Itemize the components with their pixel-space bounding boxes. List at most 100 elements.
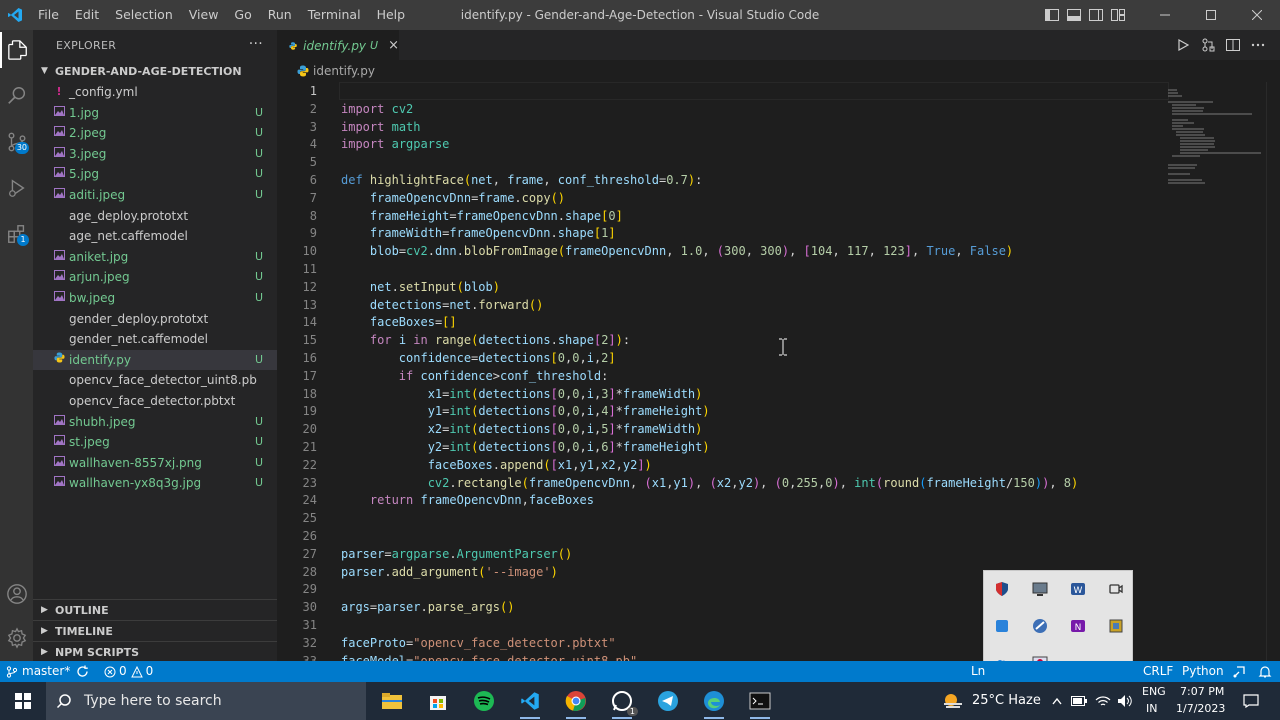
menu-selection[interactable]: Selection xyxy=(107,0,181,30)
sync-icon[interactable] xyxy=(76,661,89,682)
file-item[interactable]: gender_net.caffemodel xyxy=(33,329,277,350)
code-line[interactable]: 22 faceBoxes.append([x1,y1,x2,y2]) xyxy=(277,456,1157,474)
code-line[interactable]: 2 import cv2 xyxy=(277,100,1157,118)
run-debug-icon[interactable] xyxy=(0,170,33,206)
cursor-position[interactable]: Ln xyxy=(971,661,985,682)
browser-app-icon[interactable] xyxy=(1030,616,1050,636)
toggle-primary-sidebar-icon[interactable] xyxy=(1042,0,1062,30)
file-item[interactable]: ! _config.yml xyxy=(33,82,277,103)
toggle-secondary-sidebar-icon[interactable] xyxy=(1086,0,1106,30)
close-window-icon[interactable] xyxy=(1234,0,1280,30)
editor-scrollbar[interactable] xyxy=(1266,82,1280,661)
live-share-icon[interactable] xyxy=(1232,661,1246,682)
input-language[interactable]: ENG xyxy=(1142,685,1166,698)
menu-file[interactable]: File xyxy=(30,0,67,30)
code-line[interactable]: 26 xyxy=(277,527,1157,545)
tab-identify-py[interactable]: identify.py U × xyxy=(277,30,399,60)
menu-view[interactable]: View xyxy=(181,0,227,30)
chrome-icon[interactable] xyxy=(554,682,598,720)
customize-layout-icon[interactable] xyxy=(1108,0,1128,30)
file-item[interactable]: wallhaven-8557xj.png U xyxy=(33,453,277,474)
show-hidden-icons-chevron-icon[interactable] xyxy=(1046,682,1068,720)
taskbar-search-box[interactable]: Type here to search xyxy=(46,682,366,720)
code-line[interactable]: 5 xyxy=(277,153,1157,171)
code-line[interactable]: 20 x2=int(detections[0,0,i,5]*frameWidth… xyxy=(277,420,1157,438)
language-mode[interactable]: Python xyxy=(1182,661,1224,682)
menu-terminal[interactable]: Terminal xyxy=(300,0,369,30)
code-line[interactable]: 13 detections=net.forward() xyxy=(277,296,1157,314)
display-icon[interactable] xyxy=(1030,579,1050,599)
search-icon[interactable] xyxy=(0,78,33,114)
code-line[interactable]: 3 import math xyxy=(277,118,1157,136)
outline-section[interactable]: ▶ OUTLINE xyxy=(33,599,277,620)
code-line[interactable]: 24 return frameOpencvDnn,faceBoxes xyxy=(277,491,1157,509)
timeline-section[interactable]: ▶ TIMELINE xyxy=(33,620,277,641)
file-item[interactable]: opencv_face_detector_uint8.pb xyxy=(33,370,277,391)
minimize-window-icon[interactable] xyxy=(1142,0,1188,30)
extensions-icon[interactable]: 1 xyxy=(0,216,33,252)
file-explorer-icon[interactable] xyxy=(370,682,414,720)
file-item[interactable]: 1.jpg U xyxy=(33,103,277,124)
word-icon[interactable]: W xyxy=(1068,579,1088,599)
breadcrumb[interactable]: identify.py xyxy=(277,60,1280,82)
source-control-icon[interactable]: 30 xyxy=(0,124,33,160)
menu-go[interactable]: Go xyxy=(226,0,259,30)
file-item[interactable]: 2.jpeg U xyxy=(33,123,277,144)
maximize-window-icon[interactable] xyxy=(1188,0,1234,30)
npm-scripts-section[interactable]: ▶ NPM SCRIPTS xyxy=(33,641,277,662)
problems-status[interactable]: 0 0 xyxy=(104,661,153,682)
code-line[interactable]: 27 parser=argparse.ArgumentParser() xyxy=(277,545,1157,563)
code-line[interactable]: 14 faceBoxes=[] xyxy=(277,313,1157,331)
file-item[interactable]: age_deploy.prototxt xyxy=(33,206,277,227)
code-line[interactable]: 21 y2=int(detections[0,0,i,6]*frameHeigh… xyxy=(277,438,1157,456)
weather-text[interactable]: 25°C Haze xyxy=(972,693,1041,708)
battery-icon[interactable] xyxy=(1068,682,1090,720)
more-editor-actions-icon[interactable] xyxy=(1245,30,1270,60)
file-item[interactable]: wallhaven-yx8q3g.jpg U xyxy=(33,473,277,494)
volume-icon[interactable] xyxy=(1114,682,1136,720)
notifications-bell-icon[interactable] xyxy=(1258,661,1272,682)
more-actions-icon[interactable]: ··· xyxy=(249,30,263,58)
file-item[interactable]: st.jpeg U xyxy=(33,432,277,453)
whatsapp-icon[interactable]: 1 xyxy=(600,682,644,720)
minimap[interactable] xyxy=(1168,82,1261,661)
end-of-line[interactable]: CRLF xyxy=(1143,661,1173,682)
folder-header[interactable]: ▼ GENDER-AND-AGE-DETECTION xyxy=(33,60,277,82)
menu-help[interactable]: Help xyxy=(369,0,414,30)
code-line[interactable]: 18 x1=int(detections[0,0,i,3]*frameWidth… xyxy=(277,385,1157,403)
file-item[interactable]: identify.py U xyxy=(33,349,277,371)
terminal-icon[interactable] xyxy=(738,682,782,720)
security-shield-icon[interactable] xyxy=(992,579,1012,599)
file-item[interactable]: opencv_face_detector.pbtxt xyxy=(33,391,277,412)
file-item[interactable]: shubh.jpeg U xyxy=(33,412,277,433)
accounts-icon[interactable] xyxy=(0,576,33,612)
vscode-taskbar-icon[interactable] xyxy=(508,682,552,720)
image-app-icon[interactable] xyxy=(1106,616,1126,636)
code-line[interactable]: 10 blob=cv2.dnn.blobFromImage(frameOpenc… xyxy=(277,242,1157,260)
code-line[interactable]: 7 frameOpencvDnn=frame.copy() xyxy=(277,189,1157,207)
code-line[interactable]: 19 y1=int(detections[0,0,i,4]*frameHeigh… xyxy=(277,402,1157,420)
wifi-icon[interactable] xyxy=(1092,682,1114,720)
code-line[interactable]: 25 xyxy=(277,509,1157,527)
code-line[interactable]: 16 confidence=detections[0,0,i,2] xyxy=(277,349,1157,367)
file-item[interactable]: bw.jpeg U xyxy=(33,288,277,309)
code-line[interactable]: 1 xyxy=(277,82,1157,100)
file-item[interactable]: gender_deploy.prototxt xyxy=(33,309,277,330)
explorer-icon[interactable] xyxy=(0,32,33,68)
windows-start-icon[interactable] xyxy=(0,682,46,720)
run-python-file-icon[interactable] xyxy=(1170,30,1195,60)
close-tab-icon[interactable]: × xyxy=(388,38,399,53)
code-line[interactable]: 17 if confidence>conf_threshold: xyxy=(277,367,1157,385)
file-item[interactable]: 3.jpeg U xyxy=(33,144,277,165)
input-region[interactable]: IN xyxy=(1146,702,1157,715)
file-item[interactable]: aniket.jpg U xyxy=(33,247,277,268)
open-changes-icon[interactable] xyxy=(1195,30,1220,60)
file-item[interactable]: 5.jpg U xyxy=(33,164,277,185)
code-line[interactable]: 15 for i in range(detections.shape[2]): xyxy=(277,331,1157,349)
menu-edit[interactable]: Edit xyxy=(67,0,107,30)
split-editor-icon[interactable] xyxy=(1220,30,1245,60)
code-line[interactable]: 9 frameWidth=frameOpencvDnn.shape[1] xyxy=(277,224,1157,242)
microsoft-store-icon[interactable] xyxy=(416,682,460,720)
blue-app-icon[interactable] xyxy=(992,616,1012,636)
onenote-icon[interactable]: N xyxy=(1068,616,1088,636)
